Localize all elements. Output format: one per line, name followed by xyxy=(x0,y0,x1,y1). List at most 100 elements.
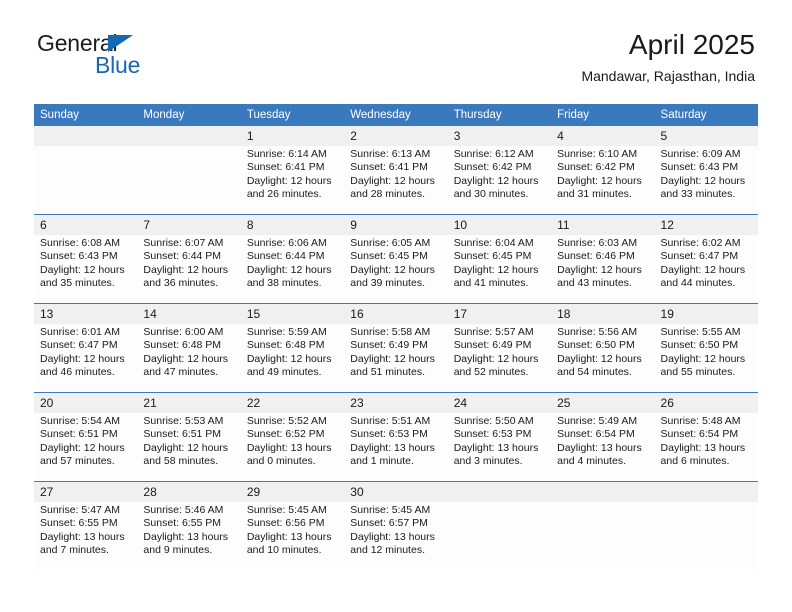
sunrise-text: Sunrise: 5:47 AM xyxy=(40,504,120,516)
day-number[interactable]: 10 xyxy=(447,214,552,235)
day-cell[interactable] xyxy=(447,502,552,570)
day-number[interactable]: 24 xyxy=(447,392,552,413)
day-cell[interactable] xyxy=(137,146,241,215)
day-number[interactable]: 18 xyxy=(551,303,655,324)
day-number[interactable]: 5 xyxy=(654,126,758,146)
day-cell[interactable]: Sunrise: 5:48 AM Sunset: 6:54 PM Dayligh… xyxy=(654,413,758,482)
day-number[interactable]: 29 xyxy=(240,481,345,502)
day-number[interactable] xyxy=(137,126,241,146)
day-cell[interactable]: Sunrise: 6:02 AM Sunset: 6:47 PM Dayligh… xyxy=(654,235,758,304)
day-number[interactable]: 30 xyxy=(344,481,448,502)
day-number[interactable]: 15 xyxy=(240,303,345,324)
weekday-header-row: Sunday Monday Tuesday Wednesday Thursday… xyxy=(34,104,758,126)
daylight-text-line2: and 39 minutes. xyxy=(350,277,425,290)
day-number[interactable]: 12 xyxy=(654,214,758,235)
day-number[interactable]: 1 xyxy=(240,126,345,146)
day-cell[interactable]: Sunrise: 6:08 AM Sunset: 6:43 PM Dayligh… xyxy=(34,235,138,304)
day-cell[interactable]: Sunrise: 5:59 AM Sunset: 6:48 PM Dayligh… xyxy=(240,324,345,393)
day-number[interactable]: 14 xyxy=(137,303,241,324)
day-cell[interactable]: Sunrise: 5:52 AM Sunset: 6:52 PM Dayligh… xyxy=(240,413,345,482)
day-cell[interactable]: Sunrise: 5:45 AM Sunset: 6:56 PM Dayligh… xyxy=(240,502,345,570)
daylight-text-line2: and 33 minutes. xyxy=(660,188,736,201)
sunrise-text: Sunrise: 6:06 AM xyxy=(246,237,327,249)
day-number[interactable]: 4 xyxy=(551,126,655,146)
day-number[interactable] xyxy=(447,481,552,502)
day-cell[interactable]: Sunrise: 5:55 AM Sunset: 6:50 PM Dayligh… xyxy=(654,324,758,393)
day-cell[interactable] xyxy=(34,146,138,215)
day-number[interactable]: 8 xyxy=(240,214,345,235)
day-cell[interactable]: Sunrise: 5:57 AM Sunset: 6:49 PM Dayligh… xyxy=(447,324,552,393)
sunset-text: Sunset: 6:53 PM xyxy=(453,428,532,441)
day-cell[interactable]: Sunrise: 5:54 AM Sunset: 6:51 PM Dayligh… xyxy=(34,413,138,482)
sunset-text: Sunset: 6:43 PM xyxy=(40,250,118,263)
day-cell[interactable]: Sunrise: 5:51 AM Sunset: 6:53 PM Dayligh… xyxy=(344,413,448,482)
day-cell[interactable]: Sunrise: 5:47 AM Sunset: 6:55 PM Dayligh… xyxy=(34,502,138,570)
day-number[interactable]: 16 xyxy=(344,303,448,324)
day-number[interactable] xyxy=(34,126,138,146)
sunset-text: Sunset: 6:54 PM xyxy=(557,428,635,441)
day-number[interactable]: 17 xyxy=(447,303,552,324)
daylight-text-line1: Daylight: 12 hours xyxy=(660,174,746,187)
day-number[interactable]: 13 xyxy=(34,303,138,324)
day-number[interactable]: 7 xyxy=(137,214,241,235)
day-cell[interactable]: Sunrise: 6:04 AM Sunset: 6:45 PM Dayligh… xyxy=(447,235,552,304)
day-cell[interactable]: Sunrise: 6:03 AM Sunset: 6:46 PM Dayligh… xyxy=(551,235,655,304)
sunset-text: Sunset: 6:48 PM xyxy=(246,339,325,352)
sunrise-text: Sunrise: 6:04 AM xyxy=(453,237,534,249)
day-number[interactable]: 23 xyxy=(344,392,448,413)
daylight-text-line1: Daylight: 12 hours xyxy=(40,352,125,365)
day-cell[interactable] xyxy=(551,502,655,570)
sunrise-text: Sunrise: 5:56 AM xyxy=(557,326,638,338)
daylight-text-line1: Daylight: 12 hours xyxy=(246,174,332,187)
day-number[interactable]: 3 xyxy=(447,126,552,146)
day-cell[interactable]: Sunrise: 6:10 AM Sunset: 6:42 PM Dayligh… xyxy=(551,146,655,215)
daylight-text-line2: and 31 minutes. xyxy=(557,188,632,201)
sunset-text: Sunset: 6:51 PM xyxy=(40,428,118,441)
daylight-text-line2: and 10 minutes. xyxy=(246,544,322,557)
day-number[interactable]: 20 xyxy=(34,392,138,413)
day-cell[interactable]: Sunrise: 6:00 AM Sunset: 6:48 PM Dayligh… xyxy=(137,324,241,393)
sunrise-text: Sunrise: 6:01 AM xyxy=(40,326,120,338)
day-number[interactable]: 2 xyxy=(344,126,448,146)
day-cell[interactable] xyxy=(654,502,758,570)
day-cell[interactable]: Sunrise: 6:01 AM Sunset: 6:47 PM Dayligh… xyxy=(34,324,138,393)
day-cell[interactable]: Sunrise: 6:14 AM Sunset: 6:41 PM Dayligh… xyxy=(240,146,345,215)
day-cell[interactable]: Sunrise: 5:45 AM Sunset: 6:57 PM Dayligh… xyxy=(344,502,448,570)
day-number[interactable]: 26 xyxy=(654,392,758,413)
day-number[interactable] xyxy=(551,481,655,502)
day-cell[interactable]: Sunrise: 6:09 AM Sunset: 6:43 PM Dayligh… xyxy=(654,146,758,215)
day-number[interactable]: 6 xyxy=(34,214,138,235)
daylight-text-line2: and 55 minutes. xyxy=(660,366,736,379)
day-cell[interactable]: Sunrise: 6:07 AM Sunset: 6:44 PM Dayligh… xyxy=(137,235,241,304)
general-blue-logo[interactable]: General Blue xyxy=(37,30,237,86)
day-number[interactable]: 9 xyxy=(344,214,448,235)
day-cell[interactable]: Sunrise: 5:53 AM Sunset: 6:51 PM Dayligh… xyxy=(137,413,241,482)
day-cell[interactable]: Sunrise: 5:58 AM Sunset: 6:49 PM Dayligh… xyxy=(344,324,448,393)
day-number[interactable] xyxy=(654,481,758,502)
sunset-text: Sunset: 6:55 PM xyxy=(143,517,222,530)
day-cell[interactable]: Sunrise: 6:05 AM Sunset: 6:45 PM Dayligh… xyxy=(344,235,448,304)
day-cell[interactable]: Sunrise: 5:46 AM Sunset: 6:55 PM Dayligh… xyxy=(137,502,241,570)
day-number[interactable]: 21 xyxy=(137,392,241,413)
day-cell[interactable]: Sunrise: 6:13 AM Sunset: 6:41 PM Dayligh… xyxy=(344,146,448,215)
daylight-text-line2: and 6 minutes. xyxy=(660,455,730,468)
day-number[interactable]: 27 xyxy=(34,481,138,502)
daylight-text-line1: Daylight: 12 hours xyxy=(557,352,642,365)
week-info-row: Sunrise: 5:54 AM Sunset: 6:51 PM Dayligh… xyxy=(34,413,758,482)
daylight-text-line1: Daylight: 12 hours xyxy=(40,263,125,276)
day-number[interactable]: 19 xyxy=(654,303,758,324)
day-cell[interactable]: Sunrise: 5:56 AM Sunset: 6:50 PM Dayligh… xyxy=(551,324,655,393)
sunset-text: Sunset: 6:52 PM xyxy=(246,428,325,441)
day-number[interactable]: 28 xyxy=(137,481,241,502)
sunrise-text: Sunrise: 5:54 AM xyxy=(40,415,120,427)
day-number[interactable]: 11 xyxy=(551,214,655,235)
day-cell[interactable]: Sunrise: 5:49 AM Sunset: 6:54 PM Dayligh… xyxy=(551,413,655,482)
day-number[interactable]: 25 xyxy=(551,392,655,413)
day-cell[interactable]: Sunrise: 5:50 AM Sunset: 6:53 PM Dayligh… xyxy=(447,413,552,482)
day-cell[interactable]: Sunrise: 6:12 AM Sunset: 6:42 PM Dayligh… xyxy=(447,146,552,215)
day-cell[interactable]: Sunrise: 6:06 AM Sunset: 6:44 PM Dayligh… xyxy=(240,235,345,304)
sunrise-text: Sunrise: 5:45 AM xyxy=(246,504,327,516)
daylight-text-line2: and 3 minutes. xyxy=(453,455,523,468)
day-number[interactable]: 22 xyxy=(240,392,345,413)
daylight-text-line2: and 57 minutes. xyxy=(40,455,115,468)
